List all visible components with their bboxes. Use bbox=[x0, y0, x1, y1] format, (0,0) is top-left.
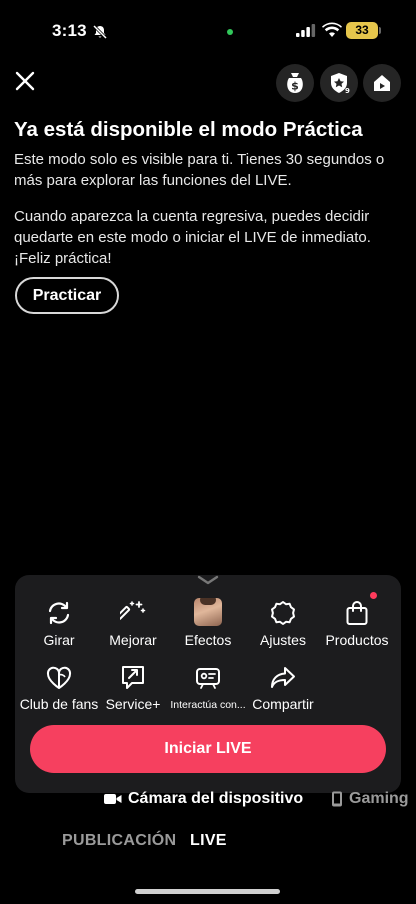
settings-gear-icon bbox=[271, 601, 295, 625]
rotate-icon bbox=[48, 601, 70, 625]
svg-text:9: 9 bbox=[345, 87, 350, 94]
status-bar: 3:13 33 bbox=[0, 0, 416, 60]
intro-paragraph-2: Cuando aparezca la cuenta regresiva, pue… bbox=[14, 208, 371, 267]
intro-paragraph-1: Este modo solo es visible para ti. Tiene… bbox=[14, 151, 385, 189]
source-device-camera[interactable]: Cámara del dispositivo bbox=[104, 789, 303, 809]
tool-label: Productos bbox=[325, 632, 389, 648]
source-label: Gaming bbox=[349, 790, 409, 807]
monetization-button[interactable]: $ bbox=[276, 64, 314, 102]
start-live-button[interactable]: Iniciar LIVE bbox=[30, 725, 386, 773]
effects-avatar bbox=[194, 598, 222, 626]
page-title: Ya está disponible el modo Práctica bbox=[14, 118, 363, 141]
camera-icon bbox=[104, 794, 122, 804]
dollar-bag-icon: $ bbox=[287, 73, 303, 93]
close-button[interactable] bbox=[12, 66, 38, 96]
shopping-bag-icon bbox=[346, 601, 368, 625]
battery-icon: 33 bbox=[346, 22, 378, 39]
source-gaming[interactable]: Gaming bbox=[331, 789, 409, 809]
status-time: 3:13 bbox=[52, 21, 87, 40]
service-plus-icon bbox=[122, 666, 144, 689]
collapse-handle-icon[interactable] bbox=[196, 573, 220, 591]
notification-dot bbox=[370, 592, 377, 599]
magic-wand-icon bbox=[120, 601, 146, 620]
battery-tip bbox=[379, 27, 381, 34]
shield-star-icon: 9 bbox=[331, 73, 350, 94]
tool-label: Mejorar bbox=[109, 632, 157, 648]
ranking-button[interactable]: 9 bbox=[320, 64, 358, 102]
tab-publicacion[interactable]: PUBLICACIÓN bbox=[62, 832, 176, 850]
share-arrow-icon bbox=[271, 667, 295, 688]
home-button[interactable] bbox=[363, 64, 401, 102]
tool-label: Interactúa con... bbox=[170, 699, 246, 711]
tool-label: Ajustes bbox=[260, 632, 306, 648]
tool-label: Efectos bbox=[184, 632, 232, 648]
tool-label: Club de fans bbox=[19, 696, 99, 712]
home-icon bbox=[374, 75, 390, 91]
phone-icon bbox=[332, 791, 342, 807]
tool-compartir[interactable]: Compartir bbox=[238, 660, 328, 712]
privacy-indicator-dot bbox=[227, 29, 233, 35]
heart-icon bbox=[46, 666, 72, 689]
close-icon bbox=[15, 71, 35, 91]
home-indicator[interactable] bbox=[135, 889, 280, 894]
tool-label: Girar bbox=[43, 632, 75, 648]
tool-label: Service+ bbox=[105, 696, 161, 712]
tool-label: Compartir bbox=[252, 696, 314, 712]
bell-off-icon bbox=[92, 24, 108, 45]
tab-live[interactable]: LIVE bbox=[190, 832, 227, 850]
practice-button[interactable]: Practicar bbox=[15, 277, 119, 314]
interact-icon bbox=[196, 668, 220, 689]
svg-text:$: $ bbox=[291, 80, 299, 93]
cellular-signal-icon bbox=[296, 24, 316, 42]
source-label: Cámara del dispositivo bbox=[128, 790, 304, 807]
tool-productos[interactable]: Productos bbox=[312, 596, 402, 648]
wifi-icon bbox=[322, 22, 342, 42]
